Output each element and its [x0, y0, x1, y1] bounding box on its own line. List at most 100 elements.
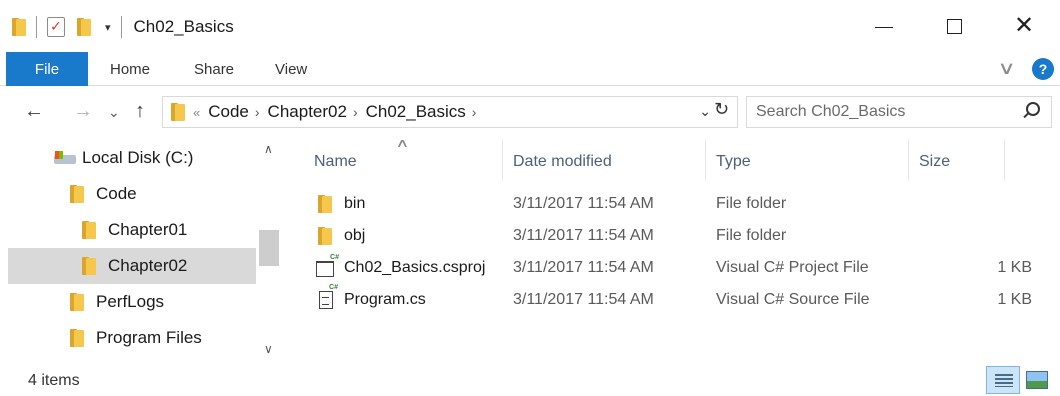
csproj-file-icon: [316, 254, 340, 277]
tab-view[interactable]: View: [275, 52, 307, 86]
file-date-modified: 3/11/2017 11:54 AM: [513, 227, 654, 244]
column-divider[interactable]: [705, 140, 706, 180]
tree-item-chapter01[interactable]: Chapter01: [0, 212, 256, 248]
breadcrumb-ch02-basics[interactable]: Ch02_Basics: [366, 102, 466, 122]
maximize-button[interactable]: [920, 0, 988, 52]
file-date-modified: 3/11/2017 11:54 AM: [513, 259, 654, 276]
column-header-label: Size: [919, 153, 951, 170]
tree-item-label: Local Disk (C:): [82, 148, 194, 167]
address-dropdown-icon[interactable]: ⌄: [699, 103, 711, 120]
status-bar: 4 items: [0, 364, 1060, 396]
new-folder-icon[interactable]: [77, 18, 91, 36]
file-row-csproj[interactable]: Ch02_Basics.csproj 3/11/2017 11:54 AM Vi…: [282, 252, 1060, 284]
search-icon[interactable]: [1021, 101, 1041, 121]
tree-item-chapter02[interactable]: Chapter02: [8, 248, 256, 284]
column-header-label: Date modified: [513, 153, 612, 170]
drive-icon: [54, 151, 76, 165]
column-divider[interactable]: [1004, 140, 1005, 180]
file-date-modified: 3/11/2017 11:54 AM: [513, 291, 654, 308]
item-count: 4 items: [28, 372, 80, 389]
minimize-button[interactable]: [850, 0, 918, 52]
toolbar-divider: [36, 16, 37, 38]
close-icon: ✕: [1013, 12, 1035, 39]
file-type: File folder: [716, 227, 787, 244]
large-icons-view-icon[interactable]: [1026, 371, 1048, 389]
folder-icon: [318, 195, 332, 213]
column-header-label: Type: [716, 153, 751, 170]
tree-item-label: PerfLogs: [96, 292, 165, 311]
file-size: [942, 188, 1032, 220]
address-bar[interactable]: « Code › Chapter02 › Ch02_Basics › ⌄: [162, 96, 738, 128]
search-box[interactable]: [746, 96, 1052, 128]
folder-icon: [70, 185, 84, 203]
tree-item-label: Chapter02: [108, 256, 188, 275]
refresh-icon[interactable]: ↻: [714, 99, 729, 120]
chevron-right-icon[interactable]: ›: [255, 104, 260, 120]
folder-icon: [70, 329, 84, 347]
chevron-right-icon[interactable]: ›: [472, 104, 477, 120]
recent-locations-icon[interactable]: ⌄: [108, 104, 120, 121]
close-button[interactable]: ✕: [990, 0, 1058, 52]
folder-icon: [70, 293, 84, 311]
folder-icon: [12, 18, 26, 36]
cs-file-icon: [319, 284, 338, 309]
column-header-date-modified[interactable]: Date modified: [513, 148, 612, 176]
title-bar: ▾ Ch02_Basics ✕: [0, 0, 1060, 52]
tree-item-label: Chapter01: [108, 220, 188, 239]
folder-icon: [82, 257, 96, 275]
column-header-label: Name: [314, 153, 357, 170]
scroll-thumb[interactable]: [259, 230, 279, 266]
up-arrow-icon[interactable]: ↑: [135, 100, 145, 123]
file-row-bin[interactable]: bin 3/11/2017 11:54 AM File folder: [282, 188, 1060, 220]
file-type: Visual C# Project File: [716, 259, 869, 276]
file-type: Visual C# Source File: [716, 291, 870, 308]
breadcrumb-chapter02[interactable]: Chapter02: [268, 102, 347, 122]
tree-item-label: Code: [96, 184, 137, 203]
forward-arrow-icon[interactable]: →: [73, 100, 93, 123]
customize-toolbar-dropdown[interactable]: ▾: [105, 21, 111, 34]
back-arrow-icon[interactable]: ←: [24, 100, 44, 123]
file-type: File folder: [716, 195, 787, 212]
tree-item-program-files[interactable]: Program Files: [0, 320, 256, 356]
file-name: Program.cs: [344, 291, 426, 308]
column-header-type[interactable]: Type: [716, 148, 751, 176]
breadcrumb-code[interactable]: Code: [208, 102, 249, 122]
column-header-size[interactable]: Size: [919, 148, 950, 176]
search-input[interactable]: [756, 103, 1006, 121]
file-name: bin: [344, 195, 366, 212]
scroll-down-icon[interactable]: ∨: [264, 342, 273, 356]
minimize-icon: [875, 26, 893, 28]
tree-item-perflogs[interactable]: PerfLogs: [0, 284, 256, 320]
properties-icon[interactable]: [47, 17, 65, 37]
tab-file[interactable]: File: [6, 52, 88, 86]
tree-item-local-disk[interactable]: Local Disk (C:): [0, 140, 256, 176]
maximize-icon: [946, 18, 962, 34]
chevron-right-icon[interactable]: ›: [353, 104, 358, 120]
file-row-obj[interactable]: obj 3/11/2017 11:54 AM File folder: [282, 220, 1060, 252]
file-row-program-cs[interactable]: Program.cs 3/11/2017 11:54 AM Visual C# …: [282, 284, 1060, 316]
expand-ribbon-icon[interactable]: ∨: [997, 58, 1015, 79]
window-title: Ch02_Basics: [133, 17, 234, 36]
tree-item-code[interactable]: Code: [0, 176, 256, 212]
breadcrumb-overflow-icon[interactable]: «: [193, 105, 200, 120]
file-date-modified: 3/11/2017 11:54 AM: [513, 195, 654, 212]
quick-access-toolbar: ▾ Ch02_Basics: [12, 14, 234, 40]
file-name: obj: [344, 227, 366, 244]
column-header-name[interactable]: Name: [314, 148, 357, 176]
tree-item-label: Program Files: [96, 328, 202, 347]
tab-home[interactable]: Home: [110, 52, 150, 86]
details-view-icon[interactable]: [986, 366, 1020, 394]
folder-icon: [171, 103, 185, 121]
file-list: Name ∧ Date modified Type Size bin 3/11/…: [282, 136, 1060, 364]
column-divider[interactable]: [908, 140, 909, 180]
column-divider[interactable]: [502, 140, 503, 180]
navigation-pane-scrollbar[interactable]: ∧ ∨: [256, 138, 282, 364]
navigation-pane: Local Disk (C:) Code Chapter01 Chapter02…: [0, 138, 282, 364]
scroll-up-icon[interactable]: ∧: [264, 142, 273, 156]
ribbon-tabs: File Home Share View ∨ ?: [0, 52, 1060, 86]
tab-share[interactable]: Share: [194, 52, 234, 86]
help-icon[interactable]: ?: [1032, 58, 1054, 80]
toolbar-divider: [120, 16, 122, 38]
file-name: Ch02_Basics.csproj: [344, 259, 486, 276]
file-size: 1 KB: [997, 259, 1032, 276]
